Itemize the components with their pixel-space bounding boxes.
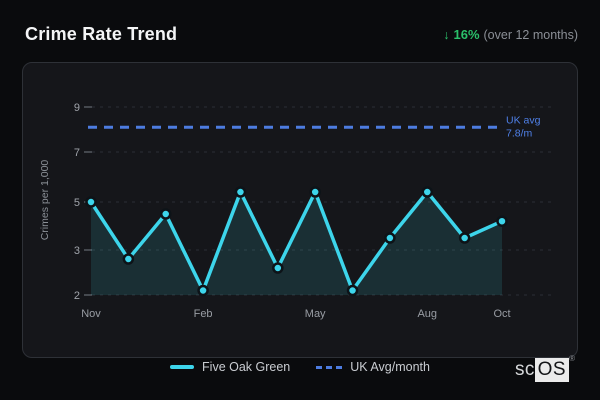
data-point[interactable] — [309, 186, 321, 198]
data-point[interactable] — [272, 262, 284, 274]
y-tick-label: 5 — [74, 197, 80, 209]
data-point[interactable] — [122, 253, 135, 265]
data-point[interactable] — [458, 232, 471, 244]
uk-avg-label-line2: 7.8/m — [506, 127, 533, 139]
x-tick-label: May — [305, 308, 326, 320]
y-tick-label: 3 — [74, 245, 80, 257]
crime-rate-chart: 9 7 5 3 2 Crimes per 1,000 Nov Feb May Aug Oct UK a… — [39, 102, 556, 320]
legend-item-five-oak-green[interactable]: Five Oak Green — [170, 360, 290, 374]
dashed-line-swatch-icon — [316, 365, 343, 369]
data-point[interactable] — [496, 215, 508, 227]
data-point[interactable] — [234, 186, 247, 198]
data-point[interactable] — [421, 186, 434, 198]
x-tick-label: Oct — [493, 308, 510, 320]
data-point[interactable] — [346, 284, 359, 297]
y-tick-label: 9 — [74, 102, 80, 114]
uk-avg-label-line1: UK avg — [506, 114, 541, 126]
data-point[interactable] — [384, 232, 396, 244]
x-tick-label: Aug — [417, 308, 437, 320]
x-tick-label: Feb — [194, 308, 213, 320]
y-tick-label: 7 — [74, 147, 80, 159]
data-point[interactable] — [197, 284, 209, 297]
legend-label: Five Oak Green — [202, 360, 291, 374]
y-axis-label: Crimes per 1,000 — [39, 160, 51, 241]
chart-legend: Five Oak Green UK Avg/month — [0, 356, 600, 378]
y-tick-label: 2 — [74, 290, 80, 302]
scos-logo: sc OS ® — [515, 354, 575, 384]
logo-prefix: sc — [515, 359, 535, 380]
legend-label: UK Avg/month — [350, 360, 430, 374]
logo-box: OS — [534, 358, 570, 382]
data-point[interactable] — [85, 196, 97, 208]
data-point[interactable] — [159, 208, 172, 220]
solid-line-swatch-icon — [170, 365, 195, 369]
registered-trademark-icon: ® — [569, 354, 575, 363]
x-tick-label: Nov — [81, 308, 101, 320]
legend-item-uk-avg[interactable]: UK Avg/month — [316, 360, 430, 374]
